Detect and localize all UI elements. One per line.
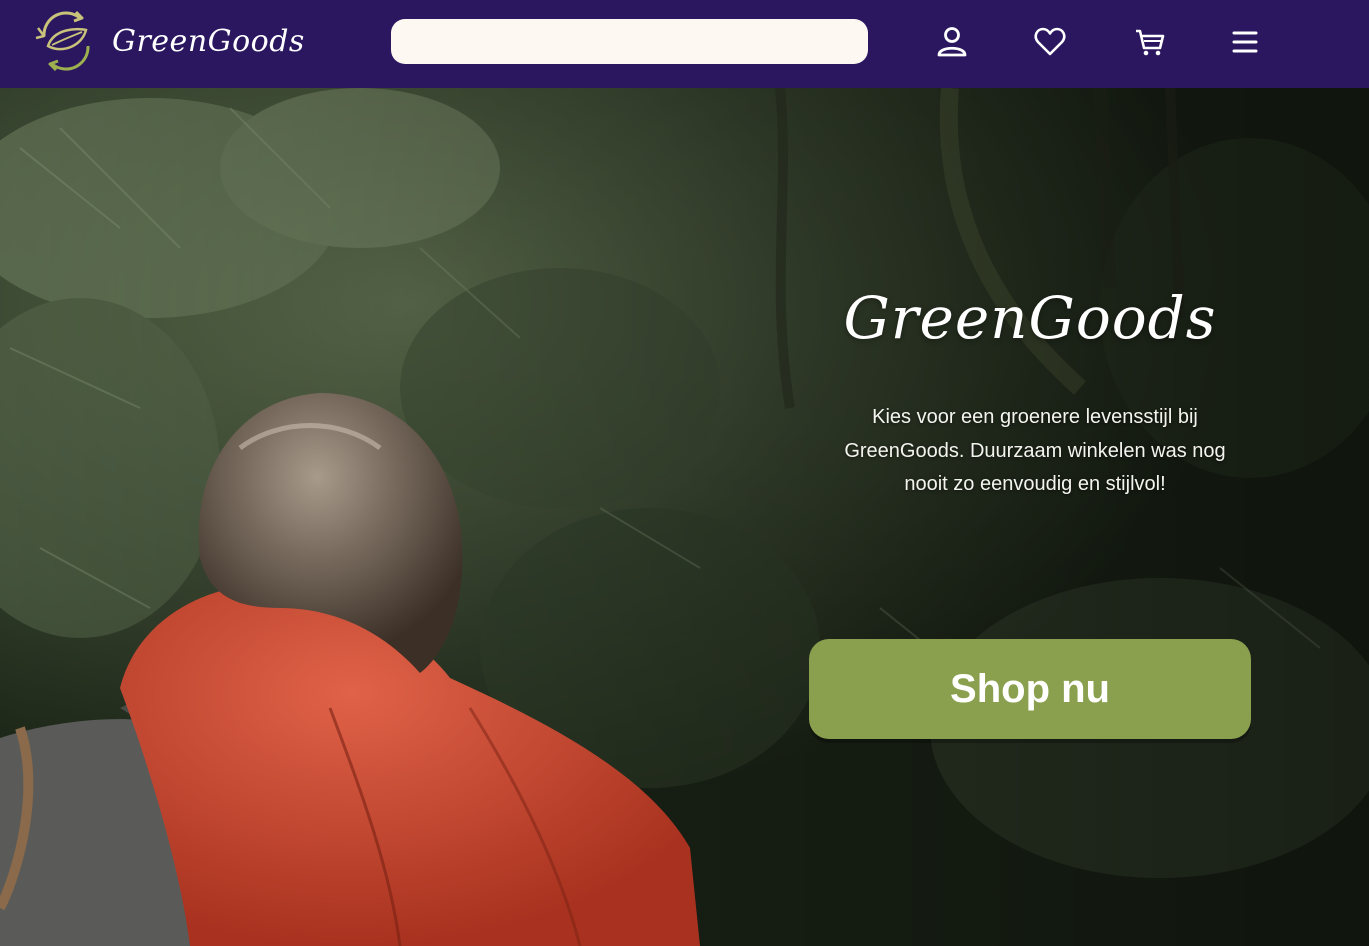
- favorites-button[interactable]: [1029, 20, 1071, 64]
- cart-icon: [1132, 24, 1168, 60]
- heart-icon: [1032, 24, 1068, 60]
- top-navigation-bar: GreenGoods: [0, 0, 1369, 88]
- hero-description: Kies voor een groenere levensstijl bij G…: [844, 406, 1226, 495]
- hero-title: GreenGoods: [843, 284, 1217, 352]
- search-input[interactable]: [391, 19, 868, 64]
- hero-section: GreenGoods Kies voor een groenere levens…: [0, 88, 1369, 946]
- menu-button[interactable]: [1224, 20, 1266, 64]
- account-button[interactable]: [931, 20, 973, 64]
- cart-button[interactable]: [1129, 20, 1171, 64]
- shop-now-button[interactable]: Shop nu: [809, 639, 1251, 739]
- hiker-in-forest-photo: [0, 88, 1369, 946]
- user-icon: [934, 24, 970, 60]
- recycle-leaf-logo-icon[interactable]: [32, 6, 100, 76]
- menu-icon: [1227, 24, 1263, 60]
- brand-name[interactable]: GreenGoods: [112, 20, 305, 64]
